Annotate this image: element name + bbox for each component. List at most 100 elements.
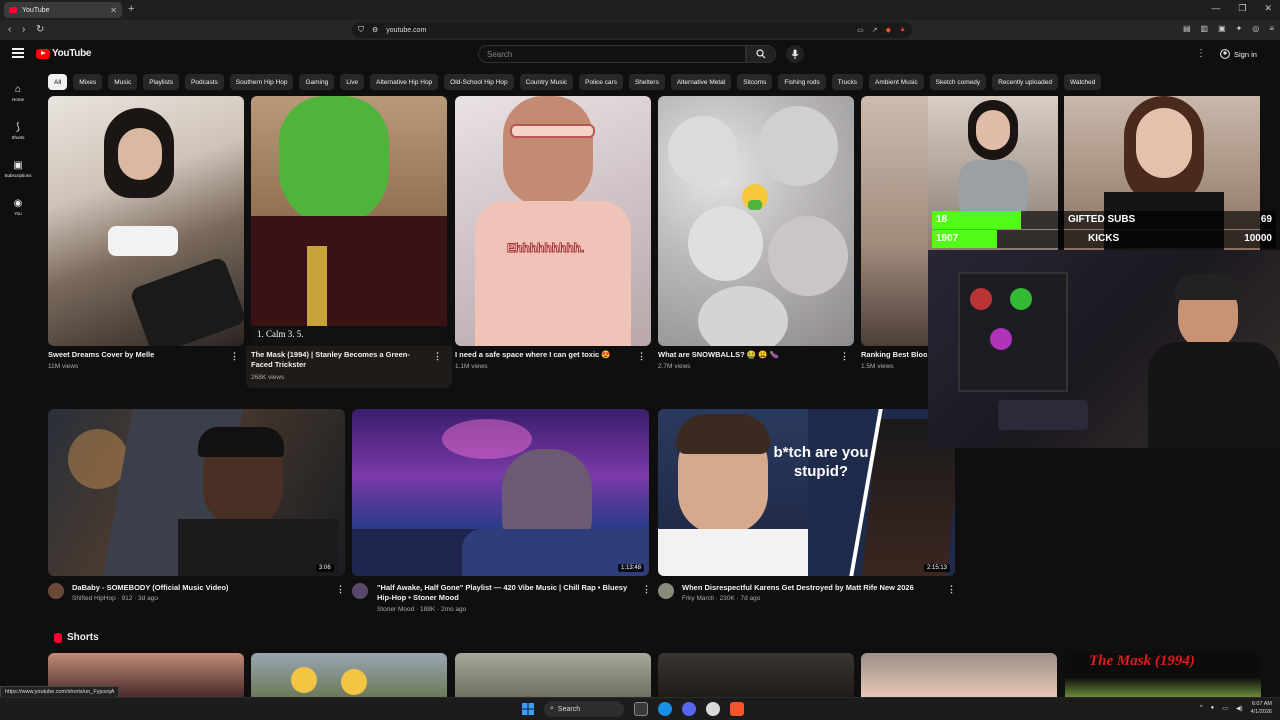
chip-all[interactable]: All: [48, 74, 68, 90]
chip-live[interactable]: Live: [340, 74, 365, 90]
close-window-icon[interactable]: ✕: [1264, 3, 1272, 14]
video-thumbnail[interactable]: 1. Calm 3. 5.: [251, 96, 447, 346]
settings-more-icon[interactable]: ⋮: [1196, 48, 1207, 59]
sidebar-toggle-icon[interactable]: ▥: [1201, 24, 1209, 33]
menu-icon[interactable]: ≡: [1269, 24, 1274, 33]
extensions-icon[interactable]: ✦: [1236, 24, 1243, 33]
sidebar-item-shorts[interactable]: ⟆ Shorts: [0, 112, 36, 150]
video-title[interactable]: When Disrespectful Karens Get Destroyed …: [682, 583, 938, 593]
chip-sketch-comedy[interactable]: Sketch comedy: [929, 74, 987, 90]
video-title[interactable]: I need a safe space where I can get toxi…: [455, 350, 631, 360]
bookmark-icon[interactable]: ⛉: [358, 25, 364, 35]
channel-name[interactable]: Frky Marcll: [682, 595, 714, 602]
youtube-logo[interactable]: YouTube: [36, 48, 92, 59]
chip-ambient-music[interactable]: Ambient Music: [869, 74, 924, 90]
chip-old-school-hip-hop[interactable]: Old-School Hip Hop: [444, 74, 514, 90]
rewards-icon[interactable]: ▲: [899, 26, 906, 34]
search-button[interactable]: [746, 45, 776, 63]
voice-search-button[interactable]: [786, 45, 804, 63]
channel-name[interactable]: Stoner Mood: [377, 606, 414, 613]
chip-sitcoms[interactable]: Sitcoms: [737, 74, 773, 90]
more-actions-icon[interactable]: ⋮: [433, 351, 442, 362]
video-title[interactable]: The Mask (1994) | Stanley Becomes a Gree…: [251, 350, 427, 370]
tab-close-icon[interactable]: ✕: [110, 6, 117, 15]
avatar[interactable]: [352, 583, 368, 599]
chip-podcasts[interactable]: Podcasts: [185, 74, 224, 90]
more-actions-icon[interactable]: ⋮: [642, 584, 651, 595]
short-thumbnail[interactable]: [658, 653, 854, 697]
video-thumbnail[interactable]: b*tch are you stupid?: [658, 409, 955, 576]
search-input[interactable]: Search: [478, 45, 746, 63]
sidebar-item-you[interactable]: ◉ You: [0, 188, 36, 226]
video-thumbnail[interactable]: [658, 96, 854, 346]
video-thumbnail[interactable]: [352, 409, 649, 576]
video-thumbnail[interactable]: [861, 96, 931, 346]
chip-watched[interactable]: Watched: [1063, 74, 1102, 90]
sidebar-item-home[interactable]: ⌂ Home: [0, 74, 36, 112]
discord-icon[interactable]: [682, 702, 696, 716]
chip-gaming[interactable]: Gaming: [299, 74, 335, 90]
more-actions-icon[interactable]: ⋮: [637, 351, 646, 362]
chip-mixes[interactable]: Mixes: [73, 74, 103, 90]
more-actions-icon[interactable]: ⋮: [840, 351, 849, 362]
video-thumbnail[interactable]: [48, 96, 244, 346]
avatar[interactable]: [48, 583, 64, 599]
video-title[interactable]: DaBaby - SOMEBODY (Official Music Video): [72, 583, 332, 593]
guide-menu-icon[interactable]: [12, 48, 24, 58]
taskbar-search[interactable]: ⌕ Search: [544, 701, 624, 717]
video-title[interactable]: "Half Awake, Half Gone" Playlist — 420 V…: [377, 583, 633, 603]
video-thumbnail[interactable]: Ehhhhhhhhh.: [455, 96, 651, 346]
more-actions-icon[interactable]: ⋮: [230, 351, 239, 362]
tray-chevron-icon[interactable]: ^: [1200, 705, 1203, 711]
chip-recently-uploaded[interactable]: Recently uploaded: [992, 74, 1058, 90]
cast-icon[interactable]: ▭: [857, 26, 864, 34]
brave-shields-icon[interactable]: ◆: [886, 26, 891, 34]
chip-trucks[interactable]: Trucks: [831, 74, 864, 90]
url-field[interactable]: ⛉ ⚙ youtube.com ▭ ↗ ◆ ▲: [352, 22, 912, 38]
chip-police-cars[interactable]: Police cars: [579, 74, 623, 90]
sign-in-button[interactable]: Sign in: [1214, 45, 1263, 63]
volume-icon[interactable]: ◀): [1236, 705, 1243, 712]
short-thumbnail[interactable]: [455, 653, 651, 697]
wallet-icon[interactable]: ▣: [1218, 24, 1226, 33]
system-clock[interactable]: 6:07 AM 4/1/2026: [1251, 700, 1272, 716]
more-actions-icon[interactable]: ⋮: [336, 584, 345, 595]
forward-icon[interactable]: ›: [22, 24, 25, 35]
video-title[interactable]: Sweet Dreams Cover by Melle: [48, 350, 218, 360]
reader-icon[interactable]: ▤: [1183, 24, 1191, 33]
chip-playlists[interactable]: Playlists: [143, 74, 180, 90]
short-thumbnail[interactable]: The Mask (1994): [1065, 653, 1261, 697]
obs-icon[interactable]: [706, 702, 720, 716]
more-actions-icon[interactable]: ⋮: [947, 584, 956, 595]
short-thumbnail[interactable]: [861, 653, 1057, 697]
sidebar-item-subscriptions[interactable]: ▣ Subscriptions: [0, 150, 36, 188]
new-tab-button[interactable]: +: [128, 3, 134, 15]
chip-shelters[interactable]: Shelters: [628, 74, 665, 90]
microphone-tray-icon[interactable]: ●: [1211, 705, 1215, 711]
back-icon[interactable]: ‹: [8, 24, 11, 35]
reload-icon[interactable]: ↻: [36, 24, 44, 35]
windows-start-icon[interactable]: [522, 703, 534, 715]
video-title[interactable]: Ranking Best Bloo: [861, 350, 927, 360]
channel-name[interactable]: Shifted HipHop: [72, 595, 116, 602]
chip-fishing-rods[interactable]: Fishing rods: [778, 74, 826, 90]
browser-tab-youtube[interactable]: YouTube ✕: [4, 2, 122, 18]
chip-music[interactable]: Music: [108, 74, 138, 90]
site-info-icon[interactable]: ⚙: [372, 26, 378, 34]
chip-country-music[interactable]: Country Music: [519, 74, 574, 90]
video-thumbnail[interactable]: [48, 409, 345, 576]
restore-icon[interactable]: ❐: [1238, 3, 1246, 14]
video-title[interactable]: What are SNOWBALLS? 🤮 😩 🍆: [658, 350, 834, 360]
chip-southern-hip-hop[interactable]: Southern Hip Hop: [229, 74, 294, 90]
task-view-icon[interactable]: [634, 702, 648, 716]
vpn-icon[interactable]: ◎: [1252, 24, 1259, 33]
chip-alternative-metal[interactable]: Alternative Metal: [670, 74, 732, 90]
edge-icon[interactable]: [658, 702, 672, 716]
minimize-icon[interactable]: —: [1211, 3, 1220, 14]
short-thumbnail[interactable]: [251, 653, 447, 697]
chip-alternative-hip-hop[interactable]: Alternative Hip Hop: [370, 74, 439, 90]
share-icon[interactable]: ↗: [872, 26, 878, 34]
brave-browser-icon[interactable]: [730, 702, 744, 716]
network-icon[interactable]: ▭: [1222, 705, 1228, 712]
avatar[interactable]: [658, 583, 674, 599]
